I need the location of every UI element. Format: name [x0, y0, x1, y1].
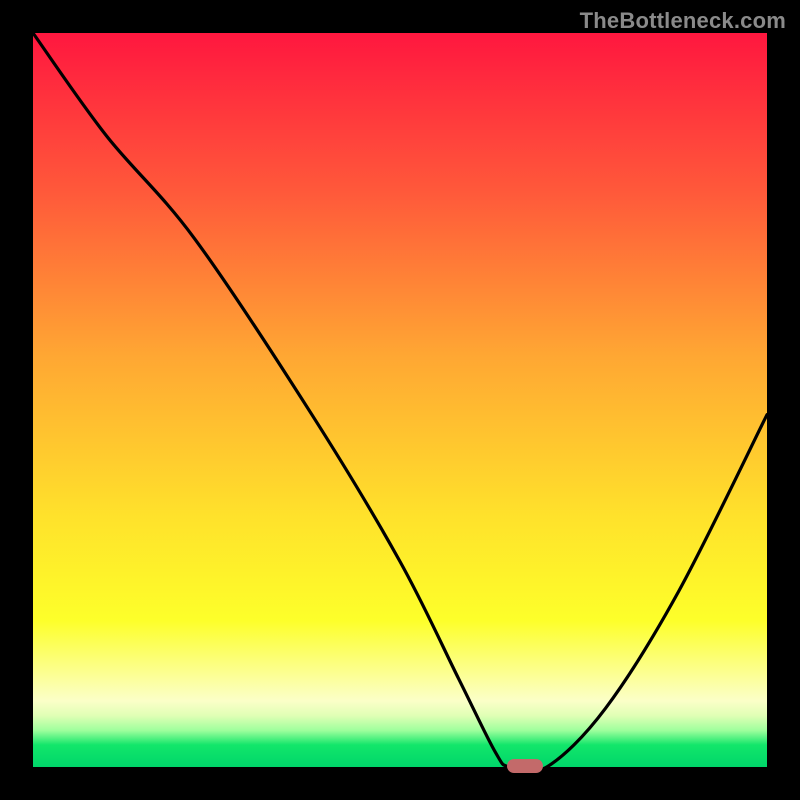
chart-frame: TheBottleneck.com: [0, 0, 800, 800]
optimal-marker: [507, 759, 543, 773]
curve-path: [33, 33, 767, 772]
watermark-text: TheBottleneck.com: [580, 8, 786, 34]
plot-area: [33, 33, 767, 767]
bottleneck-curve: [33, 33, 767, 767]
